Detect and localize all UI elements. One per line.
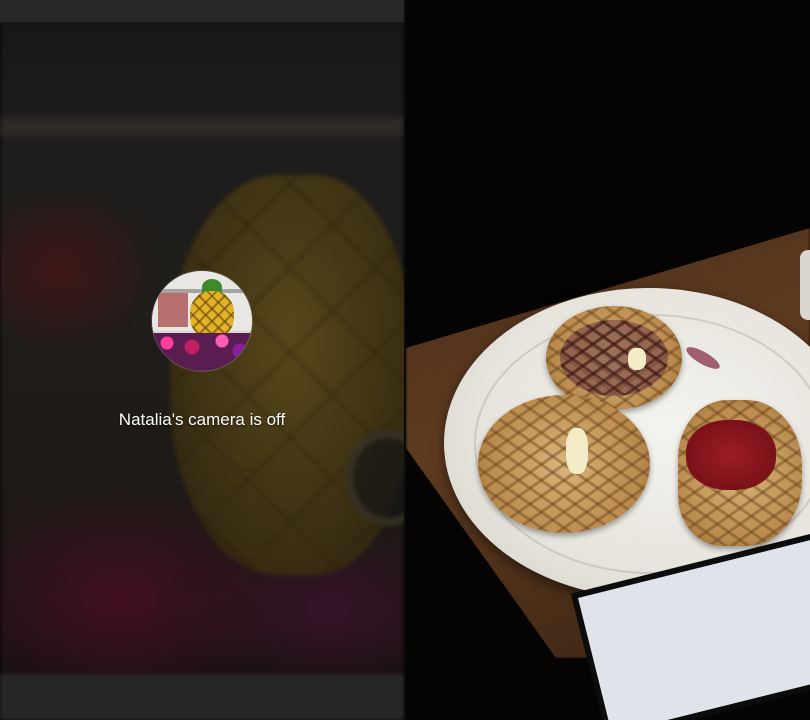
video-waffle-left xyxy=(478,395,650,533)
participant-tile-natalia[interactable]: Natalia's camera is off xyxy=(0,0,404,720)
video-call-grid: Natalia's camera is off xyxy=(0,0,810,720)
avatar-house xyxy=(158,293,188,327)
avatar-pineapple xyxy=(190,291,234,339)
camera-off-label: Natalia's camera is off xyxy=(118,410,286,429)
video-butter-left xyxy=(566,428,588,474)
video-waffle-jam xyxy=(678,400,802,546)
self-video-tile[interactable] xyxy=(406,0,810,720)
video-butter-top xyxy=(628,348,646,370)
video-cup xyxy=(800,250,810,320)
avatar-flowers xyxy=(152,333,252,371)
participant-avatar xyxy=(152,271,252,371)
